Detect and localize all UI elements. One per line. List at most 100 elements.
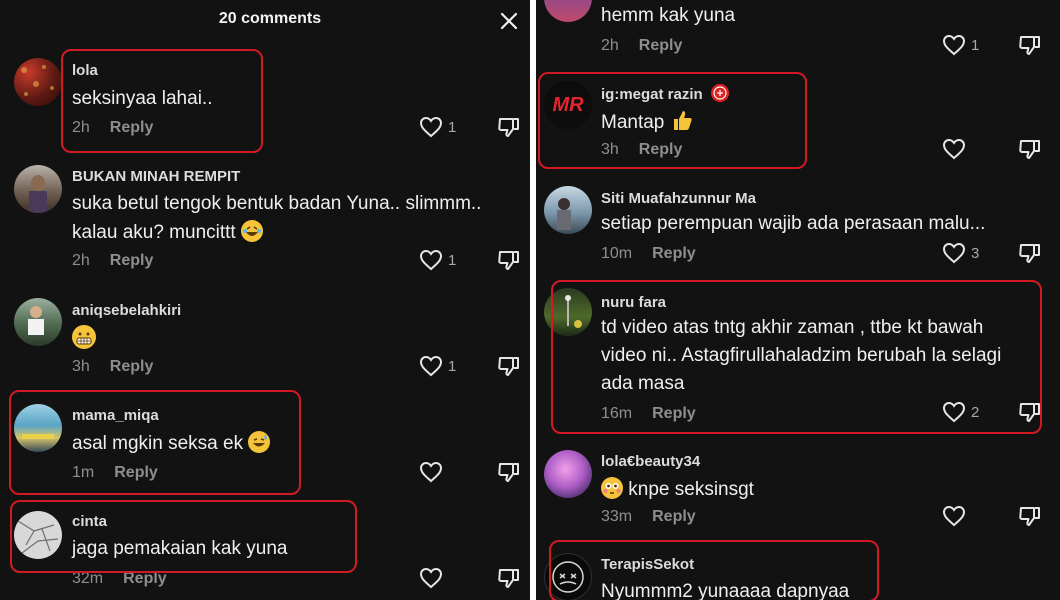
comment-username[interactable]: cinta [72, 513, 107, 530]
heart-icon [942, 34, 966, 56]
comment-time: 2h [601, 37, 619, 54]
dislike-button[interactable] [1018, 137, 1042, 166]
dislike-icon [1019, 36, 1040, 55]
dislike-icon [498, 251, 519, 270]
dislike-icon [498, 463, 519, 482]
like-button[interactable] [942, 505, 971, 527]
comment-text: jaga pemakaian kak yuna [72, 538, 288, 559]
avatar[interactable] [14, 298, 62, 346]
avatar[interactable] [14, 404, 62, 452]
dislike-button[interactable] [497, 460, 521, 489]
avatar[interactable] [544, 186, 592, 234]
like-button[interactable] [419, 461, 448, 483]
comment-meta: 32m Reply [72, 570, 167, 588]
comment-username[interactable]: mama_miqa [72, 407, 159, 424]
avatar[interactable] [544, 0, 592, 22]
like-button[interactable]: 1 [419, 116, 456, 138]
avatar[interactable] [544, 288, 592, 336]
dislike-button[interactable] [497, 354, 521, 383]
grimacing-emoji-icon [72, 325, 96, 349]
like-button[interactable]: 3 [942, 242, 979, 264]
comment-username[interactable]: TerapisSekot [601, 556, 694, 573]
like-button[interactable]: 1 [942, 34, 979, 56]
like-button[interactable] [419, 567, 448, 589]
comment-time: 3h [601, 141, 619, 158]
dislike-button[interactable] [497, 248, 521, 277]
dislike-button[interactable] [1018, 504, 1042, 533]
comment-text: Mantap [601, 108, 694, 137]
comment-item: hemm kak yuna 2h Reply [536, 0, 1060, 60]
comment-username[interactable]: BUKAN MINAH REMPIT [72, 168, 240, 185]
reply-button[interactable]: Reply [110, 252, 154, 269]
avatar[interactable] [544, 450, 592, 498]
dislike-button[interactable] [1018, 400, 1042, 429]
dislike-button[interactable] [1018, 33, 1042, 62]
dislike-button[interactable] [497, 115, 521, 144]
comment-username[interactable]: lola€beauty34 [601, 453, 700, 470]
sweat-smile-emoji-icon [248, 431, 271, 453]
comment-text-line: Mantap [601, 112, 665, 133]
heart-icon [942, 242, 966, 264]
comment-username[interactable]: nuru fara [601, 294, 666, 311]
comment-item: MR ig:megat razin Mantap 3h Reply [536, 76, 1060, 171]
comment-item: cinta jaga pemakaian kak yuna 32m Reply [0, 505, 530, 600]
comment-time: 16m [601, 405, 633, 422]
avatar[interactable] [14, 165, 62, 213]
dislike-button[interactable] [497, 566, 521, 595]
dislike-icon [1019, 244, 1040, 263]
reply-button[interactable]: Reply [639, 37, 683, 54]
comment-meta: 3h Reply [601, 141, 682, 159]
comment-item: lola€beauty34 knpe seksinsgt 33m Reply [536, 446, 1060, 536]
like-button[interactable]: 1 [419, 355, 456, 377]
comment-meta: 16m Reply [601, 405, 696, 423]
heart-icon [942, 505, 966, 527]
comment-item: nuru fara td video atas tntg akhir zaman… [536, 286, 1060, 436]
comment-meta: 10m Reply [601, 245, 696, 263]
heart-icon [419, 116, 443, 138]
reply-button[interactable]: Reply [123, 570, 167, 587]
comment-meta: 33m Reply [601, 508, 696, 526]
comment-username[interactable]: ig:megat razin [601, 84, 729, 103]
comment-item: TerapisSekot Nyummm2 yunaaaa dapnyaa [536, 548, 1060, 600]
dislike-button[interactable] [1018, 241, 1042, 270]
comment-username[interactable]: Siti Muafahzunnur Ma [601, 190, 756, 207]
dislike-icon [1019, 507, 1040, 526]
comment-meta: 3h Reply [72, 358, 153, 376]
close-button[interactable] [497, 9, 521, 33]
like-button[interactable]: 2 [942, 401, 979, 423]
like-button[interactable] [942, 138, 971, 160]
reply-button[interactable]: Reply [639, 141, 683, 158]
avatar[interactable] [544, 553, 592, 600]
avatar[interactable]: MR [544, 81, 592, 129]
dislike-icon [1019, 403, 1040, 422]
comment-time: 3h [72, 358, 90, 375]
reply-button[interactable]: Reply [652, 508, 696, 525]
avatar[interactable] [14, 511, 62, 559]
reply-button[interactable]: Reply [114, 464, 158, 481]
heart-icon [942, 138, 966, 160]
comment-text: seksinyaa lahai.. [72, 88, 213, 109]
comment-text [72, 325, 96, 354]
comments-panel-left: 20 comments lola seksinyaa lahai.. 2h Rep… [0, 0, 530, 600]
avatar[interactable] [14, 58, 62, 106]
comment-meta: 2h Reply [72, 252, 153, 270]
reply-button[interactable]: Reply [110, 358, 154, 375]
like-count: 1 [448, 251, 457, 269]
comment-username[interactable]: lola [72, 62, 98, 79]
comment-text-line: kalau aku? muncittt [72, 222, 236, 243]
reply-button[interactable]: Reply [652, 405, 696, 422]
flushed-emoji-icon [601, 477, 623, 499]
heart-icon [942, 401, 966, 423]
comment-username-text: ig:megat razin [601, 86, 703, 103]
like-button[interactable]: 1 [419, 249, 456, 271]
laughing-emoji-icon [240, 220, 263, 242]
dislike-icon [498, 357, 519, 376]
comment-text: Nyummm2 yunaaaa dapnyaa [601, 581, 850, 600]
comment-username[interactable]: aniqsebelahkiri [72, 302, 181, 319]
dislike-icon [498, 569, 519, 588]
like-count: 2 [971, 403, 980, 421]
reply-button[interactable]: Reply [652, 245, 696, 262]
reply-button[interactable]: Reply [110, 119, 154, 136]
comment-text: hemm kak yuna [601, 5, 736, 26]
comment-time: 2h [72, 119, 90, 136]
